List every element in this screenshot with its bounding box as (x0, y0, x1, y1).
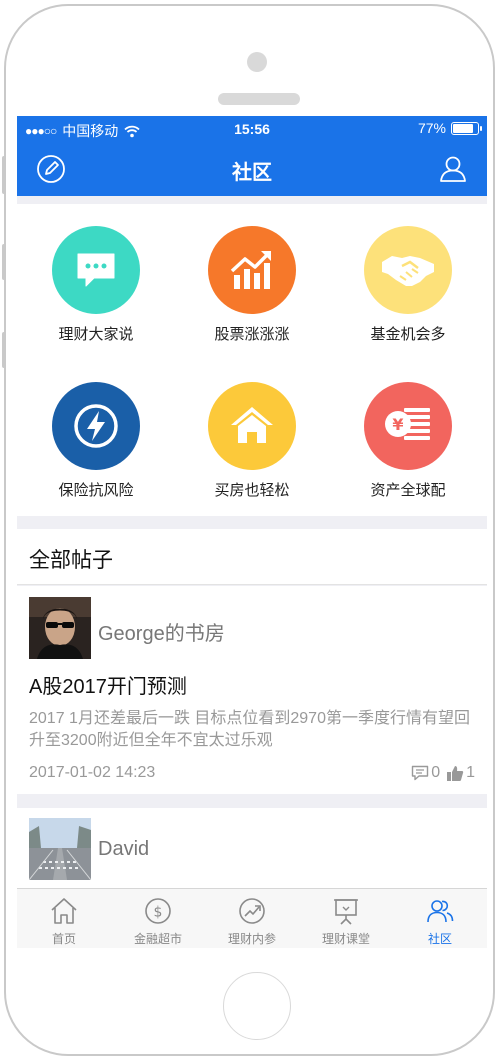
category-funds[interactable]: 基金机会多 (330, 204, 486, 360)
like-count-value: 1 (466, 764, 475, 781)
mute-switch (2, 156, 6, 194)
yen-coin-icon: ¥ (364, 382, 452, 470)
user-icon[interactable] (437, 153, 469, 185)
presentation-icon (334, 899, 358, 925)
chat-bubble-icon (52, 226, 140, 314)
svg-text:¥: ¥ (392, 415, 403, 434)
front-camera (247, 52, 267, 72)
post-excerpt: 2017 1月还差最后一跌 目标点位看到2970第一季度行情有望回升至3200附… (29, 710, 470, 749)
category-label: 基金机会多 (370, 326, 446, 343)
category-grid: 理财大家说 股票涨涨涨 基金机会多 保险抗风险 买房也轻松 ¥ 资产全球配 (17, 204, 487, 516)
category-finance-talk[interactable]: 理财大家说 (18, 204, 174, 360)
trend-icon (239, 898, 265, 924)
tab-community[interactable]: 社区 (393, 889, 487, 948)
comment-count-value: 0 (431, 764, 441, 781)
category-global-assets[interactable]: ¥ 资产全球配 (330, 360, 486, 516)
volume-up-button (2, 244, 6, 280)
post-card[interactable]: David (17, 808, 487, 888)
tab-label: 首页 (51, 932, 76, 946)
post-timestamp: 2017-01-02 14:23 (29, 764, 156, 781)
volume-down-button (2, 332, 6, 368)
lightning-icon (52, 382, 140, 470)
category-label: 资产全球配 (370, 482, 446, 499)
section-title: 全部帖子 (29, 549, 113, 572)
category-insurance[interactable]: 保险抗风险 (18, 360, 174, 516)
post-card[interactable]: George的书房 A股2017开门预测 2017 1月还差最后一跌 目标点位看… (17, 586, 487, 794)
post-stats: 0 1 (411, 764, 475, 782)
posts-section-header: 全部帖子 (17, 529, 487, 585)
rising-chart-icon (208, 226, 296, 314)
dollar-coin-icon: $ (145, 898, 171, 924)
handshake-icon (364, 226, 452, 314)
category-label: 买房也轻松 (214, 482, 290, 499)
clock: 15:56 (234, 121, 270, 137)
nav-bar: 社区 (17, 142, 487, 196)
tab-bar: 首页 $ 金融超市 理财内参 理财课堂 社区 (17, 888, 487, 948)
battery-icon (451, 121, 482, 135)
category-label: 理财大家说 (58, 326, 134, 343)
tab-home[interactable]: 首页 (17, 889, 111, 948)
category-stocks[interactable]: 股票涨涨涨 (174, 204, 330, 360)
tab-label: 金融超市 (133, 932, 182, 946)
community-icon (427, 900, 454, 923)
avatar[interactable] (29, 818, 91, 880)
battery-percent: 77% (417, 120, 446, 136)
page-title: 社区 (232, 162, 272, 184)
like-count[interactable]: 1 (446, 764, 475, 782)
post-author[interactable]: David (98, 838, 149, 861)
app-screen: ●●●○○ 中国移动 15:56 77% 社区 理财大家说 股票涨涨涨 基金机会… (17, 116, 487, 948)
home-button[interactable] (223, 972, 291, 1040)
comment-count[interactable]: 0 (411, 764, 440, 782)
category-label: 股票涨涨涨 (214, 326, 290, 343)
house-icon (208, 382, 296, 470)
post-author[interactable]: George的书房 (98, 617, 225, 646)
category-housing[interactable]: 买房也轻松 (174, 360, 330, 516)
comment-icon (411, 765, 429, 781)
tab-label: 社区 (427, 932, 452, 946)
avatar[interactable] (29, 597, 91, 659)
home-icon (51, 898, 77, 924)
thumbs-up-icon (447, 765, 464, 781)
svg-text:$: $ (154, 905, 163, 921)
tab-finance-insider[interactable]: 理财内参 (205, 889, 299, 948)
tab-label: 理财内参 (227, 932, 276, 946)
status-bar: ●●●○○ 中国移动 15:56 77% (17, 116, 487, 142)
category-label: 保险抗风险 (58, 482, 134, 499)
tab-finance-market[interactable]: $ 金融超市 (111, 889, 205, 948)
tab-label: 理财课堂 (321, 932, 370, 946)
tab-finance-class[interactable]: 理财课堂 (299, 889, 393, 948)
post-title[interactable]: A股2017开门预测 (29, 670, 187, 699)
earpiece-speaker (218, 93, 300, 105)
